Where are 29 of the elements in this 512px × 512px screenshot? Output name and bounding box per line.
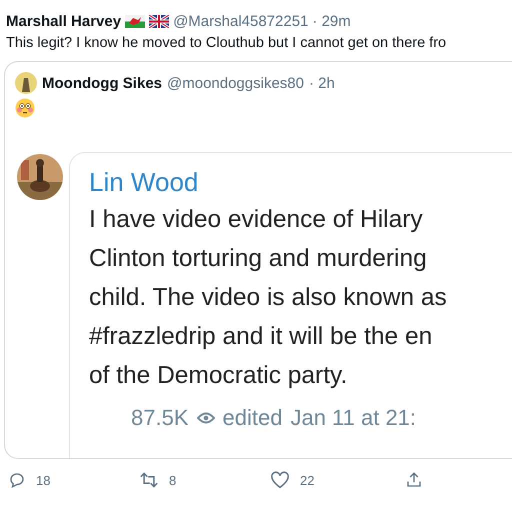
channel-name: Lin Wood xyxy=(89,167,200,198)
flag-icon xyxy=(149,14,170,28)
share-icon xyxy=(405,471,423,489)
flag-icon xyxy=(125,14,146,28)
view-count: 87.5K xyxy=(131,405,188,431)
avatar-icon xyxy=(15,72,37,94)
tweet-time[interactable]: · 2h xyxy=(308,74,335,92)
author-name[interactable]: Moondogg Sikes xyxy=(42,74,162,92)
message-line: Clinton torturing and murdering xyxy=(89,244,428,274)
tweet-time[interactable]: · 29m xyxy=(312,12,351,30)
reply-button[interactable]: 18 xyxy=(8,471,139,489)
message-line: I have video evidence of Hilary xyxy=(89,205,424,235)
user-handle[interactable]: @moondoggsikes80 xyxy=(167,74,304,92)
message-line: #frazzledrip and it will be the en xyxy=(89,322,434,352)
user-handle[interactable]: @Marshal45872251 xyxy=(173,12,308,30)
flushed-face-icon xyxy=(15,98,35,118)
tweet-text: This legit? I know he moved to Clouthub but I cannot get on there fro xyxy=(6,35,448,51)
retweet-button[interactable]: 8 xyxy=(139,471,270,489)
message-date: Jan 11 at 21: xyxy=(290,405,416,431)
heart-icon xyxy=(270,471,290,489)
author-name[interactable]: Marshall Harvey xyxy=(6,12,122,30)
message-line: of the Democratic party. xyxy=(89,361,348,391)
edited-label: edited xyxy=(222,405,282,431)
quoted-tweet-card[interactable] xyxy=(4,61,512,459)
retweet-icon xyxy=(139,471,159,489)
like-button[interactable]: 22 xyxy=(270,471,405,489)
message-line: child. The video is also known as xyxy=(89,283,448,313)
reply-icon xyxy=(8,471,26,489)
eye-icon xyxy=(196,412,214,424)
